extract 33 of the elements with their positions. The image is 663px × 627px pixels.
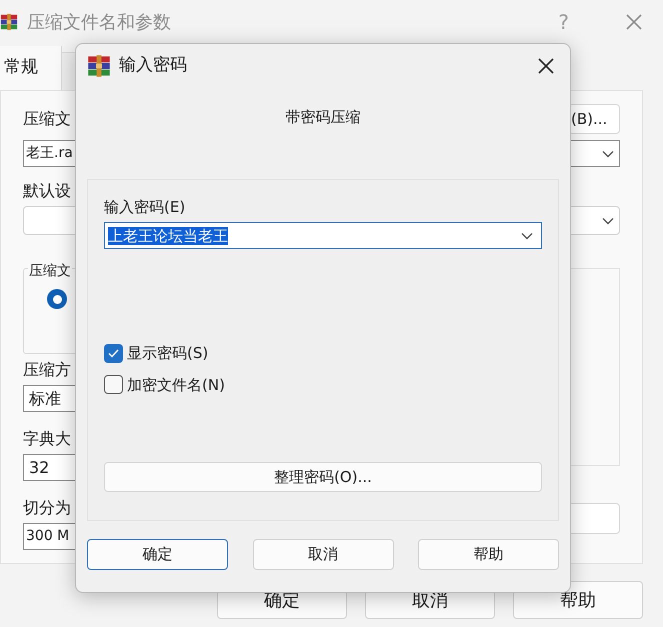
checkbox-label: 显示密码(S) [127, 343, 208, 364]
dialog-title: 输入密码 [119, 54, 187, 78]
stacked-books-icon [0, 13, 18, 31]
dialog-button[interactable]: 帮助 [418, 538, 559, 570]
field-label: 压缩方 [23, 359, 72, 381]
browse-button[interactable]: (B)... [568, 104, 620, 134]
radio-button[interactable] [47, 289, 67, 309]
field-label: 压缩文 [23, 108, 71, 130]
field-value: 标准 [29, 388, 61, 410]
field-value: 300 M [26, 527, 70, 546]
password-field[interactable]: 上老王论坛当老王 [104, 222, 542, 249]
dialog-heading: 带密码压缩 [286, 107, 360, 128]
field-value: 老王.ra [26, 144, 73, 163]
chevron-down-icon [602, 216, 614, 224]
close-icon[interactable] [537, 57, 555, 75]
field-label: 切分为 [23, 497, 72, 519]
organize-passwords-button[interactable]: 整理密码(O)... [104, 462, 542, 492]
checkbox-label: 加密文件名(N) [127, 374, 225, 396]
stacked-books-icon [87, 54, 111, 78]
chevron-down-icon [602, 150, 614, 158]
checkmark-icon [108, 348, 119, 358]
checkbox[interactable] [104, 344, 123, 363]
window-title: 压缩文件名和参数 [27, 10, 171, 34]
dialog-button[interactable]: 确定 [87, 538, 228, 570]
tab[interactable]: 常规 [0, 46, 62, 90]
field-label: 字典大 [23, 428, 72, 450]
field-value: 上老王论坛当老王 [108, 226, 228, 244]
field-label: 输入密码(E) [104, 196, 186, 218]
field-value: 32 [29, 456, 50, 478]
chevron-down-icon [521, 232, 533, 240]
dialog-button[interactable]: 取消 [252, 538, 394, 570]
checkbox[interactable] [104, 375, 123, 394]
field-label: 默认设 [23, 180, 72, 202]
